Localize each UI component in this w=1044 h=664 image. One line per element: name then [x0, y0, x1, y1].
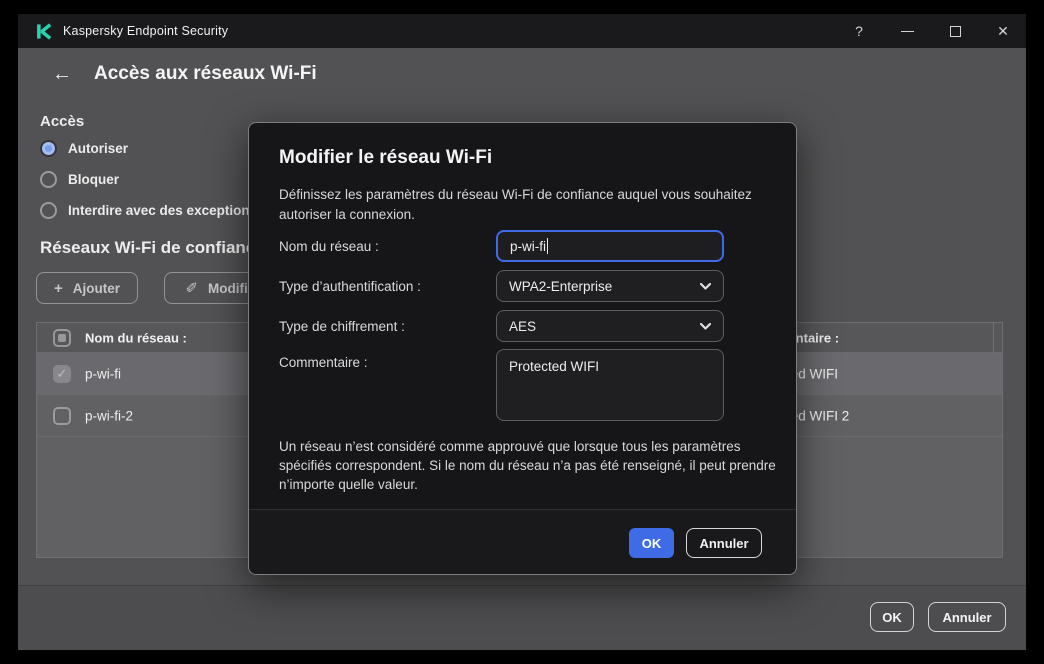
window-footer: OK Annuler [18, 585, 1026, 650]
radio-label: Bloquer [68, 171, 120, 187]
edit-wifi-dialog: Modifier le réseau Wi-Fi Définissez les … [248, 122, 797, 575]
chevron-down-icon [700, 322, 711, 330]
radio-unselected-icon [40, 201, 57, 219]
minimize-icon[interactable] [885, 14, 929, 48]
comment-field-wrap: Protected WIFI [496, 349, 724, 421]
row-checkbox-checked[interactable]: ✓ [53, 364, 71, 383]
dialog-ok-button[interactable]: OK [629, 528, 674, 558]
comment-textarea[interactable]: Protected WIFI [496, 349, 724, 421]
app-title: Kaspersky Endpoint Security [63, 24, 229, 38]
cancel-button[interactable]: Annuler [928, 602, 1006, 632]
add-button-label: Ajouter [72, 280, 120, 296]
dialog-title: Modifier le réseau Wi-Fi [279, 147, 493, 168]
titlebar: Kaspersky Endpoint Security ? ✕ [18, 14, 1026, 48]
encryption-type-value: AES [509, 318, 537, 334]
plus-icon: + [53, 279, 63, 297]
encryption-type-label: Type de chiffrement : [279, 319, 405, 334]
dialog-footer: OK Annuler [249, 509, 796, 574]
dialog-note: Un réseau n’est considéré comme approuvé… [279, 439, 776, 492]
cell-network-name: p-wi-fi-2 [85, 408, 134, 423]
radio-selected-icon [40, 139, 57, 157]
network-name-label: Nom du réseau : [279, 239, 379, 254]
row-checkbox-unchecked[interactable] [53, 406, 71, 425]
radio-bloquer[interactable]: Bloquer [40, 166, 119, 192]
back-button[interactable]: ← [52, 64, 72, 84]
text-caret [547, 238, 548, 254]
help-icon[interactable]: ? [837, 14, 881, 48]
maximize-icon[interactable] [933, 14, 977, 48]
column-header-name[interactable]: Nom du réseau : [85, 330, 187, 345]
page-title: Accès aux réseaux Wi-Fi [94, 63, 317, 84]
column-divider [993, 323, 1003, 353]
network-name-value: p-wi-fi [510, 238, 546, 254]
encryption-type-field-wrap: AES [496, 310, 724, 342]
dialog-cancel-button[interactable]: Annuler [686, 528, 762, 558]
page-header: ← Accès aux réseaux Wi-Fi [18, 48, 1026, 100]
auth-type-select[interactable]: WPA2-Enterprise [496, 270, 724, 302]
auth-type-label: Type d’authentification : [279, 279, 421, 294]
comment-label: Commentaire : [279, 355, 368, 370]
radio-label: Interdire avec des exceptions [68, 202, 258, 218]
ok-button[interactable]: OK [870, 602, 914, 632]
radio-autoriser[interactable]: Autoriser [40, 135, 128, 161]
auth-type-value: WPA2-Enterprise [509, 278, 613, 294]
trusted-networks-heading: Réseaux Wi-Fi de confiance [40, 238, 265, 257]
chevron-down-icon [700, 282, 711, 290]
pencil-icon: ✐ [185, 279, 199, 297]
radio-unselected-icon [40, 170, 57, 188]
auth-type-field-wrap: WPA2-Enterprise [496, 270, 724, 302]
window-controls: ? ✕ [837, 14, 1026, 48]
network-name-field-wrap: p-wi-fi [496, 230, 724, 262]
radio-interdire[interactable]: Interdire avec des exceptions [40, 197, 257, 223]
radio-label: Autoriser [68, 140, 129, 156]
network-name-input[interactable]: p-wi-fi [496, 230, 724, 262]
kaspersky-logo-icon [37, 22, 52, 40]
encryption-type-select[interactable]: AES [496, 310, 724, 342]
dialog-description: Définissez les paramètres du réseau Wi-F… [279, 187, 752, 222]
cell-network-name: p-wi-fi [85, 366, 121, 381]
add-button[interactable]: + Ajouter [36, 272, 138, 304]
access-heading: Accès [40, 113, 85, 130]
select-all-checkbox[interactable] [53, 328, 71, 347]
close-icon[interactable]: ✕ [981, 14, 1025, 48]
